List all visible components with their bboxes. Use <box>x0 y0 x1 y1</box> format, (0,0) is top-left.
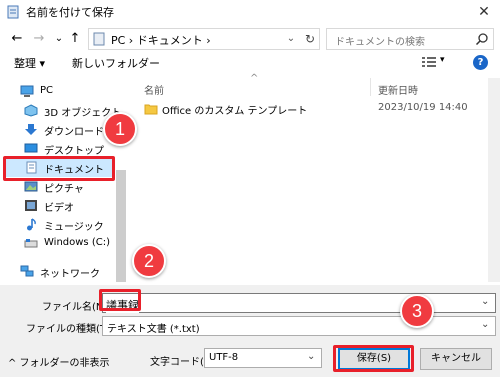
sidebar-item-label: Windows (C:) <box>44 237 110 248</box>
pictures-icon <box>24 181 38 192</box>
sidebar-item-windows-c[interactable]: Windows (C:) <box>4 234 114 253</box>
folder-icon <box>144 104 158 115</box>
sidebar-item-network[interactable]: ネットワーク <box>4 262 114 281</box>
forward-button[interactable]: → <box>30 29 48 49</box>
sidebar-item-pc[interactable]: PC <box>4 82 114 101</box>
download-icon <box>25 124 37 135</box>
command-bar: 整理 ▾ 新しいフォルダー ▾ ? <box>0 52 500 74</box>
filename-field[interactable]: 議事録 ⌄ <box>102 293 496 313</box>
hide-folders-toggle[interactable]: ^ フォルダーの非表示 <box>8 354 110 369</box>
sidebar-item-label: デスクトップ <box>44 146 104 157</box>
column-header-date[interactable]: 更新日時 <box>378 82 418 97</box>
filetype-select[interactable]: テキスト文書 (*.txt) ⌄ <box>102 316 496 336</box>
filename-dropdown-icon[interactable]: ⌄ <box>481 296 489 307</box>
encoding-dropdown-icon[interactable]: ⌄ <box>307 351 315 362</box>
pc-icon <box>20 85 34 97</box>
list-item[interactable]: Office のカスタム テンプレート 2023/10/19 14:40 <box>140 100 500 118</box>
view-options-icon[interactable] <box>422 56 436 68</box>
organize-menu[interactable]: 整理 ▾ <box>14 55 45 71</box>
column-divider[interactable] <box>370 78 371 96</box>
navigation-pane-scrollbar[interactable] <box>116 170 126 282</box>
3d-objects-icon <box>24 104 38 117</box>
filename-highlight-box <box>99 289 141 311</box>
address-bar[interactable]: PC › ドキュメント › ⌄ ↻ <box>88 28 320 50</box>
view-dropdown[interactable]: ▾ <box>440 55 445 65</box>
navigation-bar: ← → ⌄ ↑ PC › ドキュメント › ⌄ ↻ ドキュメントの検索 <box>0 26 500 52</box>
sort-indicator: ^ <box>250 73 259 84</box>
step-marker-1: 1 <box>103 112 137 146</box>
documents-highlight-box <box>3 156 115 181</box>
cancel-button[interactable]: キャンセル <box>420 348 492 370</box>
encoding-select[interactable]: UTF-8 ⌄ <box>204 348 322 368</box>
sidebar-item-label: ミュージック <box>44 222 104 233</box>
search-icon[interactable] <box>475 32 489 46</box>
address-dropdown-button[interactable]: ⌄ <box>283 30 299 48</box>
file-name[interactable]: Office のカスタム テンプレート <box>162 102 307 117</box>
window-title: 名前を付けて保存 <box>26 6 114 19</box>
step-marker-3: 3 <box>400 294 434 328</box>
sidebar-item-label: ネットワーク <box>40 269 100 280</box>
network-icon <box>20 265 34 277</box>
step-marker-2: 2 <box>132 244 166 278</box>
sidebar-item-3d-objects[interactable]: 3D オブジェクト <box>4 101 121 120</box>
encoding-value: UTF-8 <box>209 352 239 363</box>
file-list-scrollbar[interactable] <box>488 78 500 282</box>
close-button[interactable]: ✕ <box>468 0 500 24</box>
sidebar-item-label: ピクチャ <box>44 184 84 195</box>
sidebar-item-music[interactable]: ミュージック <box>4 215 114 234</box>
file-date: 2023/10/19 14:40 <box>378 102 468 113</box>
new-folder-button[interactable]: 新しいフォルダー <box>72 55 160 71</box>
pc-icon <box>93 32 105 46</box>
filetype-value: テキスト文書 (*.txt) <box>107 324 200 335</box>
search-placeholder: ドキュメントの検索 <box>335 37 425 48</box>
sidebar-item-label: ビデオ <box>44 203 74 214</box>
filetype-dropdown-icon[interactable]: ⌄ <box>481 319 489 330</box>
up-button[interactable]: ↑ <box>66 29 84 49</box>
search-input[interactable]: ドキュメントの検索 <box>326 28 494 50</box>
sidebar-item-downloads[interactable]: ダウンロード <box>4 120 114 139</box>
help-icon[interactable]: ? <box>473 55 488 70</box>
sidebar-item-label: PC <box>40 85 54 96</box>
filetype-label: ファイルの種類(T): <box>26 324 114 335</box>
desktop-icon <box>24 143 38 153</box>
refresh-button[interactable]: ↻ <box>301 30 319 48</box>
notepad-icon <box>7 5 19 19</box>
address-path[interactable]: PC › ドキュメント › <box>111 32 211 48</box>
title-bar: 名前を付けて保存 ✕ <box>0 0 500 24</box>
music-icon <box>27 218 36 231</box>
save-highlight-box <box>333 345 414 372</box>
video-icon <box>25 200 37 211</box>
back-button[interactable]: ← <box>8 29 26 49</box>
column-header-name[interactable]: 名前 <box>144 82 164 97</box>
drive-icon <box>24 239 38 248</box>
sidebar-item-videos[interactable]: ビデオ <box>4 196 114 215</box>
sidebar-item-label: ダウンロード <box>44 127 104 138</box>
